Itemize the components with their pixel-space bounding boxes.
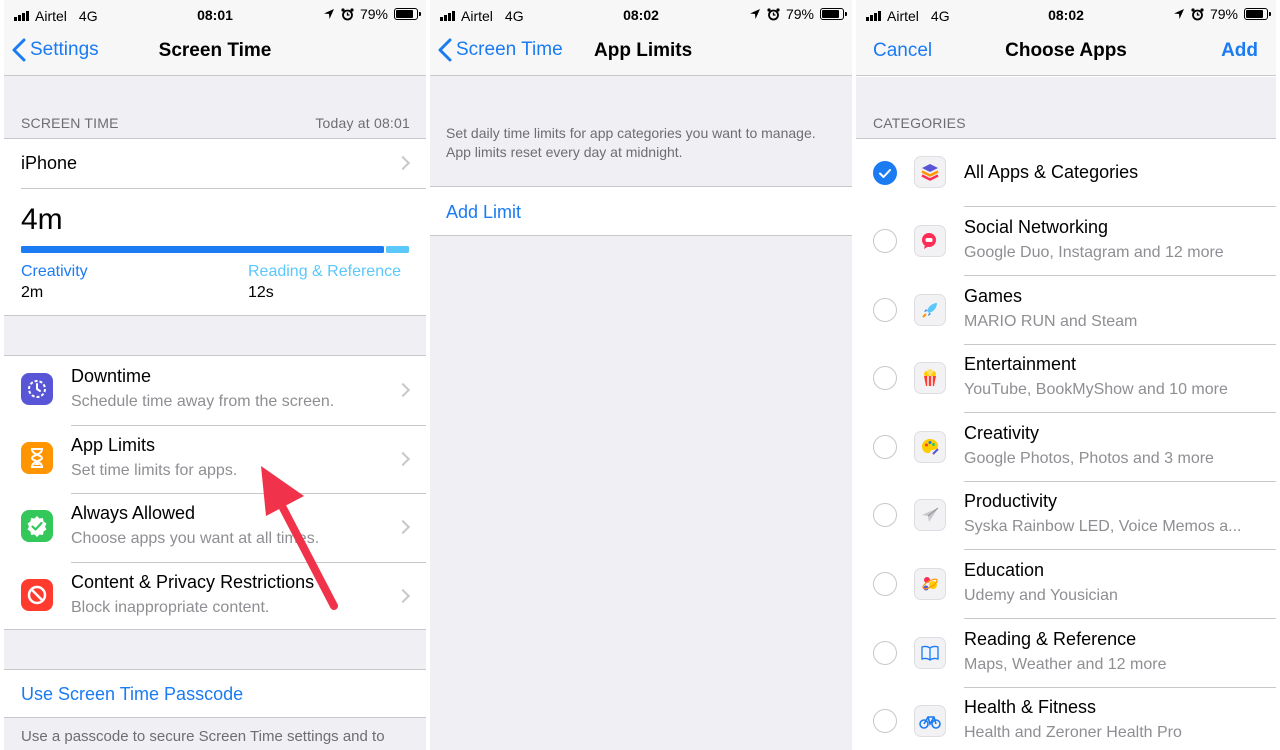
radio-circle-icon[interactable] — [873, 229, 897, 253]
row-subtitle: Udemy and Yousician — [964, 587, 1118, 604]
back-button[interactable]: Screen Time — [438, 38, 563, 62]
add-limit-row[interactable]: Add Limit — [430, 186, 852, 236]
row-subtitle: Syska Rainbow LED, Voice Memos a... — [964, 518, 1242, 535]
speech-bubble-icon — [914, 225, 946, 257]
alarm-icon — [1191, 7, 1204, 20]
battery-icon — [1244, 8, 1271, 20]
checkmark-circle-icon[interactable] — [873, 161, 897, 185]
row-subtitle: Google Photos, Photos and 3 more — [964, 450, 1214, 467]
row-title: All Apps & Categories — [964, 162, 1139, 182]
all-apps-row[interactable]: All Apps & Categories — [856, 140, 1276, 207]
row-title: Health & Fitness — [964, 697, 1097, 717]
row-title: Games — [964, 286, 1023, 306]
page-title: Choose Apps — [1005, 40, 1127, 61]
row-title: Education — [964, 560, 1045, 580]
alarm-icon — [767, 7, 780, 20]
row-title: Entertainment — [964, 354, 1077, 374]
radio-circle-icon[interactable] — [873, 709, 897, 733]
add-button[interactable]: Add — [1221, 40, 1258, 62]
atom-icon — [914, 568, 946, 600]
book-icon — [914, 637, 946, 669]
radio-circle-icon[interactable] — [873, 572, 897, 596]
category-row[interactable]: Games MARIO RUN and Steam — [856, 276, 1276, 344]
row-subtitle: Google Duo, Instagram and 12 more — [964, 244, 1224, 261]
bicycle-icon — [914, 705, 946, 737]
back-label: Screen Time — [456, 39, 563, 60]
status-bar: Airtel 4G 08:02 79% — [430, 0, 852, 30]
battery-icon — [820, 8, 847, 20]
chevron-left-icon — [438, 38, 452, 62]
screen-time-panel: Airtel 4G 08:01 79% Settings Screen Time… — [4, 0, 426, 750]
row-subtitle: YouTube, BookMyShow and 10 more — [964, 381, 1228, 398]
category-row[interactable]: Creativity Google Photos, Photos and 3 mo… — [856, 413, 1276, 481]
red-arrow-annotation — [261, 466, 338, 610]
rocket-icon — [914, 294, 946, 326]
category-row[interactable]: Health & Fitness Health and Zeroner Healt… — [856, 687, 1276, 750]
radio-circle-icon[interactable] — [873, 298, 897, 322]
row-title: Social Networking — [964, 217, 1109, 237]
palette-icon — [914, 431, 946, 463]
category-row[interactable]: Reading & Reference Maps, Weather and 12 … — [856, 619, 1276, 687]
category-row[interactable]: Entertainment YouTube, BookMyShow and 10 … — [856, 344, 1276, 412]
navigation-bar: Cancel Choose Apps Add — [856, 30, 1276, 76]
row-subtitle: Health and Zeroner Health Pro — [964, 724, 1182, 741]
battery-percent: 79% — [785, 6, 814, 22]
categories-header-band: CATEGORIES — [856, 77, 1276, 139]
radio-circle-icon[interactable] — [873, 435, 897, 459]
radio-circle-icon[interactable] — [873, 366, 897, 390]
section-header: CATEGORIES — [873, 115, 966, 131]
row-title: Reading & Reference — [964, 629, 1137, 649]
app-limits-description: Set daily time limits for app categories… — [446, 125, 816, 160]
add-limit-button: Add Limit — [446, 202, 522, 222]
category-row[interactable]: Productivity Syska Rainbow LED, Voice Mem… — [856, 481, 1276, 549]
app-limits-panel: Airtel 4G 08:02 79% Screen Time App Limi… — [430, 0, 852, 750]
row-subtitle: MARIO RUN and Steam — [964, 313, 1138, 330]
choose-apps-panel: Airtel 4G 08:02 79% Cancel Choose Apps A… — [856, 0, 1276, 750]
row-title: Creativity — [964, 423, 1040, 443]
battery-percent: 79% — [1209, 6, 1238, 22]
stack-icon — [914, 156, 946, 188]
paper-plane-icon — [914, 499, 946, 531]
row-title: Productivity — [964, 491, 1058, 511]
row-subtitle: Maps, Weather and 12 more — [964, 656, 1167, 673]
radio-circle-icon[interactable] — [873, 641, 897, 665]
radio-circle-icon[interactable] — [873, 503, 897, 527]
location-icon — [1173, 9, 1184, 19]
category-row[interactable]: Social Networking Google Duo, Instagram a… — [856, 207, 1276, 275]
page-title: App Limits — [594, 40, 693, 61]
location-icon — [749, 9, 760, 19]
status-bar: Airtel 4G 08:02 79% — [856, 0, 1276, 30]
category-row[interactable]: Education Udemy and Yousician — [856, 550, 1276, 618]
popcorn-icon — [914, 362, 946, 394]
navigation-bar: Screen Time App Limits — [430, 30, 852, 76]
